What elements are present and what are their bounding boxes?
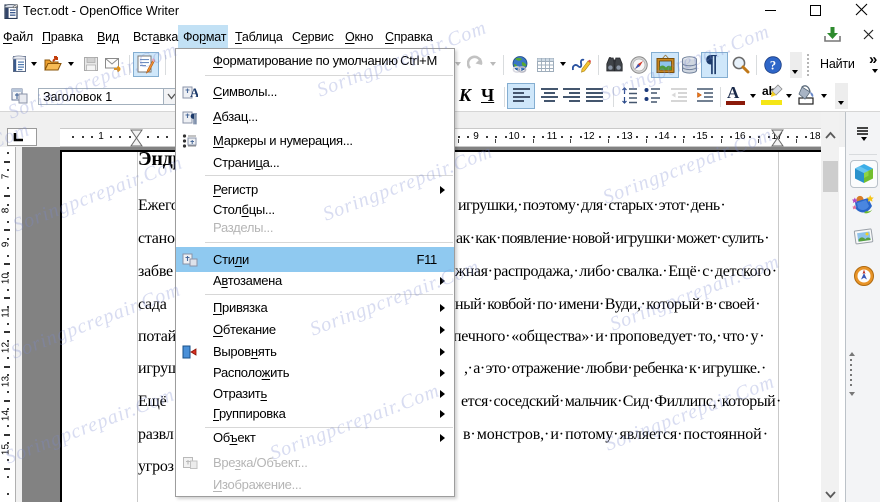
svg-text:A: A: [190, 85, 198, 100]
svg-text:?: ?: [770, 58, 776, 72]
svg-text:¶: ¶: [190, 112, 198, 126]
